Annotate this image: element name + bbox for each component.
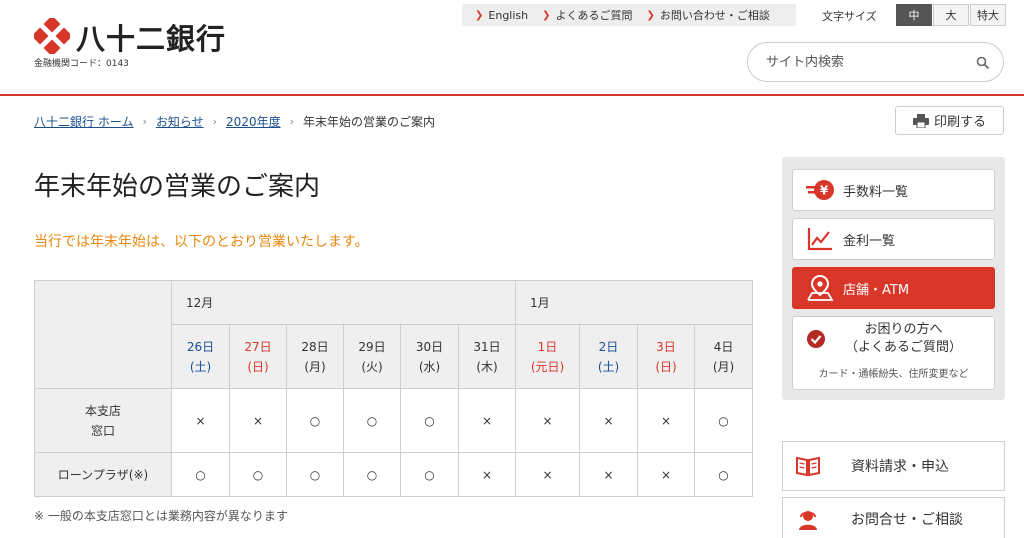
chevron-right-icon: › xyxy=(289,115,294,128)
font-size-xlarge-button[interactable]: 特大 xyxy=(970,4,1006,26)
table-cell: ○ xyxy=(286,388,344,453)
font-size-label: 文字サイズ xyxy=(822,10,877,23)
breadcrumb-home-link[interactable]: 八十二銀行 ホーム xyxy=(34,113,133,130)
table-row: ローンプラザ(※) ○ ○ ○ ○ ○ × × × × ○ xyxy=(34,452,754,497)
yen-coin-icon: ¥ xyxy=(806,180,834,200)
table-cell: ○ xyxy=(343,388,401,453)
holiday-schedule-table: 12月 1月 26日 (土) 27日 (日) 28日 (月) 29日 (火) 30日 (水… xyxy=(34,280,754,497)
table-cell: ○ xyxy=(693,388,754,453)
branches-atm-button[interactable]: 店舗・ATM xyxy=(792,267,995,309)
printer-icon xyxy=(912,113,929,128)
day-header: 29日 (火) xyxy=(343,324,401,389)
day-header: 27日 (日) xyxy=(229,324,287,389)
corner-cell xyxy=(34,280,172,389)
font-size-switcher: 中 大 特大 xyxy=(896,4,1007,26)
table-cell: ○ xyxy=(229,452,287,497)
table-cell: × xyxy=(171,388,230,453)
row-label-branch: 本支店 窓口 xyxy=(34,388,172,453)
month-header-dec: 12月 xyxy=(171,280,516,325)
day-header: 28日 (月) xyxy=(286,324,344,389)
help-faq-subtext: カード・通帳紛失、住所変更など xyxy=(818,369,969,380)
bank-code: 金融機関コード：0143 xyxy=(34,59,129,69)
table-cell: × xyxy=(229,388,287,453)
faq-link[interactable]: ❯ よくあるご質問 xyxy=(542,7,632,23)
table-cell: ○ xyxy=(400,388,459,453)
chevron-right-icon: ❯ xyxy=(646,9,655,21)
chevron-right-icon: › xyxy=(142,115,147,128)
breadcrumb-current: 年末年始の営業のご案内 xyxy=(303,115,436,129)
table-row: 本支店 窓口 × × ○ ○ ○ × × × × ○ xyxy=(34,388,754,453)
table-cell: × xyxy=(637,452,695,497)
table-cell: ○ xyxy=(400,452,459,497)
table-cell: ○ xyxy=(343,452,401,497)
contact-consult-link[interactable]: お問合せ・ご相談 xyxy=(782,497,1005,538)
table-cell: × xyxy=(515,452,580,497)
row-label-loan-plaza: ローンプラザ(※) xyxy=(34,452,172,497)
contact-link[interactable]: ❯ お問い合わせ・ご相談 xyxy=(647,7,770,23)
breadcrumb-year-link[interactable]: 2020年度 xyxy=(226,113,281,130)
print-button[interactable]: 印刷する xyxy=(895,106,1004,135)
document-request-link[interactable]: 資料請求・申込 xyxy=(782,441,1005,491)
search-icon[interactable] xyxy=(976,56,990,70)
month-header-jan: 1月 xyxy=(514,280,754,325)
day-header: 4日 (月) xyxy=(693,324,754,389)
day-header: 31日 (木) xyxy=(458,324,516,389)
chevron-right-icon: ❯ xyxy=(542,9,551,21)
operator-headset-icon xyxy=(799,511,817,530)
table-cell: × xyxy=(515,388,580,453)
table-cell: ○ xyxy=(693,452,754,497)
contact-consult-label: お問合せ・ご相談 xyxy=(851,512,963,528)
day-header: 2日 (土) xyxy=(579,324,638,389)
day-header: 26日 (土) xyxy=(171,324,230,389)
document-request-label: 資料請求・申込 xyxy=(851,459,949,475)
day-header: 1日 (元日) xyxy=(515,324,580,389)
faq-link-label: よくあるご質問 xyxy=(555,9,633,22)
fees-button[interactable]: ¥ 手数料一覧 xyxy=(792,169,995,211)
table-cell: × xyxy=(637,388,695,453)
print-button-label: 印刷する xyxy=(933,115,986,130)
table-cell: × xyxy=(458,388,516,453)
contact-link-label: お問い合わせ・ご相談 xyxy=(659,9,770,22)
site-header: 八十二銀行 金融機関コード：0143 ❯ English ❯ よくあるご質問 ❯… xyxy=(0,0,1024,96)
check-circle-icon xyxy=(807,330,825,348)
help-faq-title: お困りの方へ （よくあるご質問） xyxy=(845,322,963,355)
font-size-large-button[interactable]: 大 xyxy=(933,4,969,26)
day-header: 3日 (日) xyxy=(637,324,695,389)
table-cell: ○ xyxy=(286,452,344,497)
utility-nav: ❯ English ❯ よくあるご質問 ❯ お問い合わせ・ご相談 xyxy=(462,4,796,26)
table-cell: × xyxy=(579,388,638,453)
chevron-right-icon: › xyxy=(212,115,218,128)
lead-text: 当行では年末年始は、以下のとおり営業いたします。 xyxy=(34,234,369,250)
bank-logo-mark-icon xyxy=(34,18,70,54)
branches-atm-button-label: 店舗・ATM xyxy=(843,282,910,298)
table-footnote: ※ 一般の本支店窓口とは業務内容が異なります xyxy=(34,509,288,523)
svg-text:¥: ¥ xyxy=(820,184,829,198)
rates-button-label: 金利一覧 xyxy=(843,233,896,249)
font-size-medium-button[interactable]: 中 xyxy=(896,4,932,26)
table-cell: × xyxy=(579,452,638,497)
page-title: 年末年始の営業のご案内 xyxy=(34,172,321,202)
open-book-icon xyxy=(796,456,820,477)
search-input[interactable] xyxy=(766,51,966,73)
map-pin-icon xyxy=(807,275,834,301)
english-link[interactable]: ❯ English xyxy=(475,9,528,22)
fees-button-label: 手数料一覧 xyxy=(843,184,909,200)
help-faq-button[interactable]: お困りの方へ （よくあるご質問） カード・通帳紛失、住所変更など xyxy=(792,316,995,390)
day-header: 30日 (水) xyxy=(400,324,459,389)
table-cell: ○ xyxy=(171,452,230,497)
month-row: 12月 1月 xyxy=(34,280,754,389)
help-faq-heading: お困りの方へ （よくあるご質問） xyxy=(793,317,994,361)
english-link-label: English xyxy=(488,8,529,22)
breadcrumb: 八十二銀行 ホーム › お知らせ › 2020年度 › 年末年始の営業のご案内 xyxy=(34,113,435,130)
breadcrumb-news-link[interactable]: お知らせ xyxy=(156,113,204,130)
table-cell: × xyxy=(458,452,516,497)
bank-name: 八十二銀行 xyxy=(76,22,227,56)
rates-button[interactable]: 金利一覧 xyxy=(792,218,995,260)
chevron-right-icon: ❯ xyxy=(475,9,484,21)
quick-links-panel: ¥ 手数料一覧 金利一覧 店舗・ATM お困りの方へ （よくあるご質問） カード… xyxy=(782,157,1005,400)
site-search xyxy=(747,42,1004,82)
chart-line-icon xyxy=(807,228,832,251)
